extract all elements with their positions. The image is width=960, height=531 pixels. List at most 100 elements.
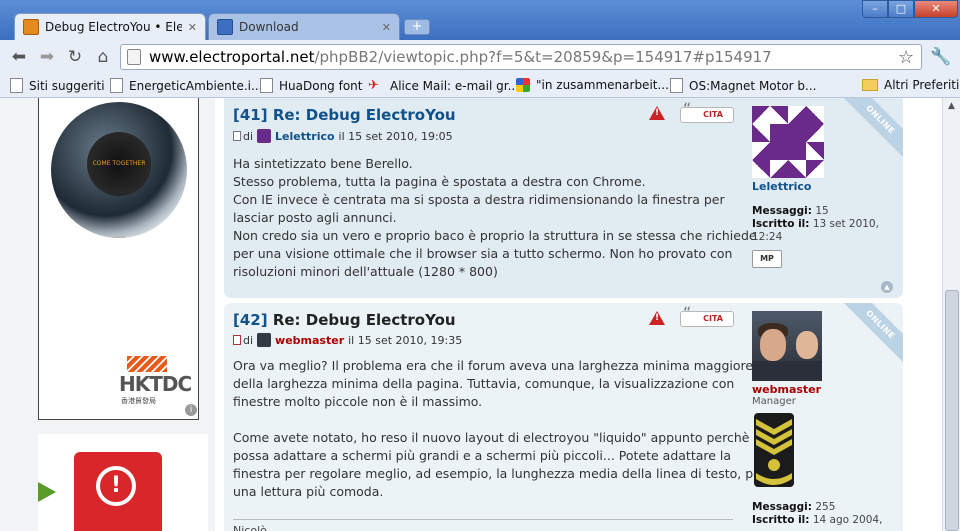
globe-center: COME TOGETHER [87,132,151,196]
identicon-cell [752,124,770,142]
rank-insignia-icon [754,413,794,487]
window-minimize-button[interactable]: – [862,0,888,18]
tab-download[interactable]: Download ✕ [208,13,400,40]
page-icon [10,78,23,93]
post-date: il 15 set 2010, 19:35 [348,333,463,347]
post-subject[interactable]: Re: Debug ElectroYou [273,106,456,124]
back-to-top-icon[interactable]: ▲ [881,281,893,293]
joined-label: Iscritto il: [752,218,810,230]
bookmark-alice-mail[interactable]: ✈ Alice Mail: e-mail gr... [368,78,519,93]
second-ad[interactable]: ! [38,434,208,531]
forward-arrow-icon[interactable]: ➡ [36,47,58,69]
private-message-button[interactable]: MP [752,250,782,268]
identicon-cell [770,142,788,160]
post-author[interactable]: webmaster [275,334,344,347]
joined-date: 13 set 2010, [812,218,879,230]
hktdc-logo: HKTDC 香港貿發局 [119,356,192,406]
window-maximize-button[interactable]: □ [888,0,914,18]
post-line: una lettura più comoda. [233,484,384,499]
post-body: Ha sintetizzato bene Berello. Stesso pro… [233,155,757,281]
identicon-cell [806,106,824,124]
user-photo-avatar[interactable] [752,311,822,381]
identicon-cell [752,106,770,124]
post-line: Non credo sia un vero e proprio baco è p… [233,228,757,243]
page-viewport: COME TOGETHER HKTDC 香港貿發局 i ! [41] Re: D… [0,98,942,531]
scrollbar-thumb[interactable] [945,290,959,531]
wrench-icon[interactable]: 🔧 [930,47,951,67]
post-line: finestre molto piccole non è il massimo. [233,394,483,409]
address-bar[interactable]: www.electroportal.net /phpBB2/viewtopic.… [120,44,922,70]
bookmark-altri-preferiti[interactable]: Altri Preferiti [862,78,959,92]
bookmark-huadong-font[interactable]: HuaDong font [260,78,362,93]
post-byline: di Lelettrico il 15 set 2010, 19:05 [233,129,453,143]
tab-debug-electroyou[interactable]: Debug ElectroYou • Elect... ✕ [14,13,206,40]
identicon-cell [752,160,770,178]
exclamation-icon: ! [654,108,660,118]
google-icon [516,78,530,92]
bookmark-energeticambiente[interactable]: EnergeticAmbiente.i... [110,78,262,93]
scroll-up-arrow-icon[interactable]: ▲ [943,98,960,115]
bookmark-label: Alice Mail: e-mail gr... [390,78,520,93]
hktdc-text: HKTDC [119,372,192,396]
post-signature: Nicolò [233,519,733,531]
post-number[interactable]: [42] [233,311,268,329]
tab-close-icon[interactable]: ✕ [382,21,391,34]
identicon-cell [806,142,824,160]
user-mini-avatar [257,333,272,347]
folder-icon [862,79,878,91]
post-date: il 15 set 2010, 19:05 [338,129,453,143]
post-body: Ora va meglio? Il problema era che il fo… [233,357,766,501]
warning-icon: ! [96,466,136,506]
identicon-cell [788,160,806,178]
ad-info-icon[interactable]: i [185,404,197,416]
home-icon[interactable]: ⌂ [92,47,114,69]
bookmark-label: EnergeticAmbiente.i... [129,78,263,93]
quote-button[interactable]: “ CITA [680,305,734,327]
photo-detail [760,329,786,361]
new-tab-button[interactable]: + [404,19,430,35]
post-42: [42] Re: Debug ElectroYou di webmaster i… [224,303,903,531]
post-line: Con IE invece è centrata ma si sposta a … [233,192,725,207]
post-line: della larghezza minima della pagina. Tut… [233,376,735,391]
messages-count[interactable]: 255 [815,501,835,513]
post-author[interactable]: Lelettrico [275,130,335,143]
identicon-cell [770,106,788,124]
messages-count[interactable]: 15 [815,205,828,217]
post-icon[interactable] [233,335,241,345]
hktdc-banner-ad[interactable]: COME TOGETHER HKTDC 香港貿發局 i [38,98,199,420]
post-line: Come avete notato, ho reso il nuovo layo… [233,430,764,445]
back-arrow-icon[interactable]: ⬅ [8,47,30,69]
tab-title: Debug ElectroYou • Elect... [45,20,182,34]
report-button[interactable]: ! [649,106,665,120]
reload-icon[interactable]: ↻ [64,47,86,69]
post-line: per una visione ottimale che il browser … [233,246,733,261]
identicon-cell [806,124,824,142]
tab-close-icon[interactable]: ✕ [188,21,197,34]
post-icon[interactable] [233,131,241,141]
url-host: www.electroportal.net [149,48,315,66]
post-number[interactable]: [41] [233,106,268,124]
quote-button[interactable]: “ CITA [680,101,734,123]
post-title[interactable]: [41] Re: Debug ElectroYou [233,106,456,124]
bookmark-siti-suggeriti[interactable]: Siti suggeriti [10,78,105,93]
page-icon [260,78,273,93]
post-title[interactable]: [42] Re: Debug ElectroYou [233,311,456,329]
bookmark-os-magnet-motor[interactable]: OS:Magnet Motor b... [670,78,817,93]
browser-toolbar: ⬅ ➡ ↻ ⌂ www.electroportal.net /phpBB2/vi… [0,40,960,74]
user-mini-avatar [257,129,272,143]
bookmark-label: "in zusammenarbeit... [536,78,669,92]
bookmark-star-icon[interactable]: ☆ [898,47,914,68]
identicon-avatar[interactable] [752,106,824,178]
page-icon [127,49,141,65]
profile-username[interactable]: webmaster [752,383,902,396]
bookmark-in-zusammenarbeit[interactable]: "in zusammenarbeit... [516,78,669,92]
post-subject[interactable]: Re: Debug ElectroYou [273,311,456,329]
profile-username[interactable]: Lelettrico [752,180,902,193]
page-scrollbar[interactable]: ▲ [942,98,960,531]
identicon-cell [770,124,788,142]
joined-time: 12:24 [752,231,783,243]
window-close-button[interactable]: ✕ [914,0,958,18]
report-button[interactable]: ! [649,311,665,325]
identicon-cell [788,106,806,124]
byline-di: di [243,129,254,143]
